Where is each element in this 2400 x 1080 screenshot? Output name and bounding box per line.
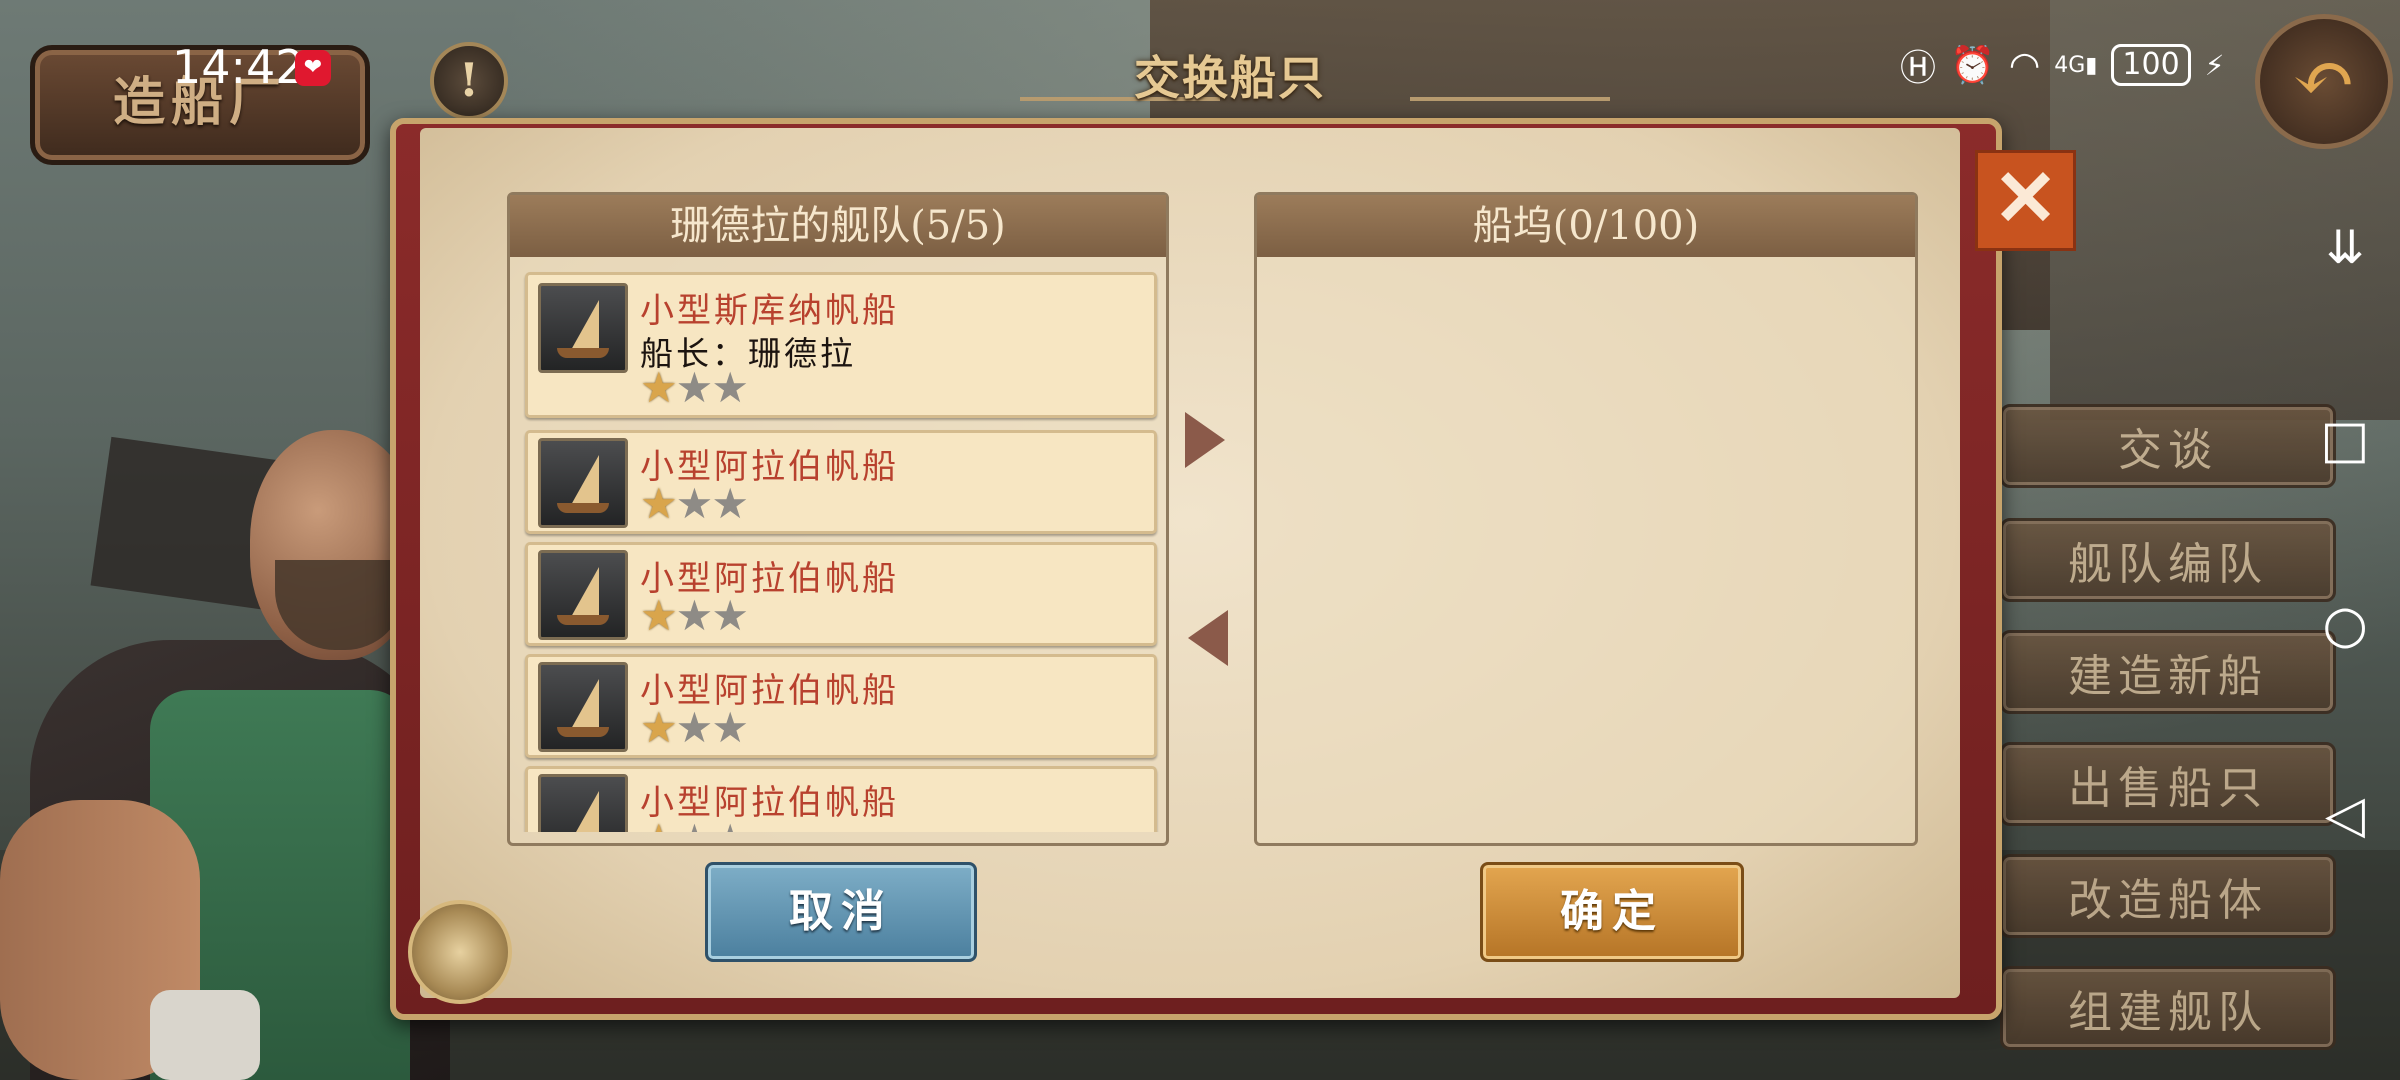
star-empty-icon: ★ bbox=[675, 363, 714, 412]
back-nav-icon[interactable]: ◁ bbox=[2305, 785, 2385, 845]
ship-card[interactable]: 小型阿拉伯帆船 ★★★ bbox=[525, 766, 1157, 832]
recent-apps-icon[interactable]: □ bbox=[2305, 410, 2385, 470]
notification-pulldown-icon[interactable]: ⇊ bbox=[2305, 220, 2385, 274]
battery-level: 100 bbox=[2111, 44, 2191, 86]
star-empty-icon: ★ bbox=[676, 815, 714, 833]
star-empty-icon: ★ bbox=[711, 363, 749, 412]
dhow-icon bbox=[538, 550, 628, 640]
title-ornament-right bbox=[1410, 97, 1610, 101]
star-filled-icon: ★ bbox=[640, 363, 678, 412]
shipwright-bandage bbox=[150, 990, 260, 1080]
dhow-icon bbox=[538, 662, 628, 752]
hd-icon: Ⓗ bbox=[1900, 48, 1937, 89]
ship-card[interactable]: 小型阿拉伯帆船 ★★★ bbox=[525, 542, 1157, 646]
side-menu-talk[interactable]: 交谈 bbox=[2000, 404, 2336, 488]
star-filled-icon: ★ bbox=[640, 815, 678, 833]
signal-4g-icon: 4G▮ bbox=[2054, 52, 2098, 78]
star-empty-icon: ★ bbox=[675, 703, 714, 752]
compass-icon bbox=[408, 900, 512, 1004]
back-button[interactable]: ↶ bbox=[2255, 14, 2393, 149]
ship-card[interactable]: 小型斯库纳帆船 船长：珊德拉 ★★★ bbox=[525, 272, 1157, 418]
ship-stars: ★★★ bbox=[640, 367, 749, 409]
side-menu-label: 建造新船 bbox=[2068, 651, 2268, 702]
ship-stars: ★★★ bbox=[640, 595, 749, 637]
side-menu-label: 交谈 bbox=[2118, 425, 2218, 476]
star-empty-icon: ★ bbox=[711, 591, 749, 640]
move-to-dock-arrow-icon[interactable] bbox=[1185, 412, 1225, 468]
ship-card[interactable]: 小型阿拉伯帆船 ★★★ bbox=[525, 654, 1157, 758]
dhow-icon bbox=[538, 774, 628, 832]
star-filled-icon: ★ bbox=[640, 591, 678, 640]
side-menu-label: 舰队编队 bbox=[2068, 539, 2268, 590]
ship-stars: ★★★ bbox=[640, 819, 749, 833]
confirm-button[interactable]: 确定 bbox=[1480, 862, 1744, 962]
back-arrow-icon: ↶ bbox=[2292, 33, 2356, 122]
side-menu-sell-ship[interactable]: 出售船只 bbox=[2000, 742, 2336, 826]
star-empty-icon: ★ bbox=[711, 703, 749, 752]
side-menu-assemble-fleet[interactable]: 组建舰队 bbox=[2000, 966, 2336, 1050]
star-empty-icon: ★ bbox=[711, 815, 749, 833]
star-filled-icon: ★ bbox=[640, 703, 678, 752]
side-menu-build-ship[interactable]: 建造新船 bbox=[2000, 630, 2336, 714]
schooner-icon bbox=[538, 283, 628, 373]
side-menu-label: 组建舰队 bbox=[2068, 987, 2268, 1038]
dock-panel-title: 船坞(0/100) bbox=[1257, 195, 1915, 257]
alarm-icon: ⏰ bbox=[1950, 45, 1995, 86]
ship-card[interactable]: 小型阿拉伯帆船 ★★★ bbox=[525, 430, 1157, 534]
ship-stars: ★★★ bbox=[640, 707, 749, 749]
home-icon[interactable]: ○ bbox=[2305, 595, 2385, 655]
charging-icon: ⚡ bbox=[2204, 48, 2225, 82]
info-button[interactable]: ! bbox=[430, 42, 508, 120]
heart-icon: ❤ bbox=[295, 50, 331, 86]
status-icons: Ⓗ ⏰ ◠ 4G▮ 100 ⚡ bbox=[1900, 40, 2224, 90]
side-menu-fleet-formation[interactable]: 舰队编队 bbox=[2000, 518, 2336, 602]
status-time: 14:42 bbox=[172, 40, 305, 94]
star-empty-icon: ★ bbox=[711, 479, 749, 528]
side-menu-refit-hull[interactable]: 改造船体 bbox=[2000, 854, 2336, 938]
ship-name: 小型斯库纳帆船 bbox=[640, 291, 899, 331]
close-button[interactable]: ✕ bbox=[1975, 150, 2076, 251]
dhow-icon bbox=[538, 438, 628, 528]
close-icon: ✕ bbox=[1992, 153, 2059, 244]
fleet-ship-list[interactable]: 小型斯库纳帆船 船长：珊德拉 ★★★ 小型阿拉伯帆船 ★★★ 小型阿拉伯帆船 ★… bbox=[511, 262, 1159, 832]
fleet-panel-title: 珊德拉的舰队(5/5) bbox=[510, 195, 1166, 257]
dock-panel: 船坞(0/100) bbox=[1254, 192, 1918, 846]
side-menu-label: 改造船体 bbox=[2068, 875, 2268, 926]
move-to-fleet-arrow-icon[interactable] bbox=[1188, 610, 1228, 666]
wifi-icon: ◠ bbox=[2008, 44, 2041, 86]
star-empty-icon: ★ bbox=[675, 479, 714, 528]
side-menu-label: 出售船只 bbox=[2068, 763, 2268, 814]
star-filled-icon: ★ bbox=[640, 479, 678, 528]
star-empty-icon: ★ bbox=[675, 591, 714, 640]
cancel-button[interactable]: 取消 bbox=[705, 862, 977, 962]
page-title: 交换船只 bbox=[1134, 51, 1326, 105]
ship-stars: ★★★ bbox=[640, 483, 749, 525]
